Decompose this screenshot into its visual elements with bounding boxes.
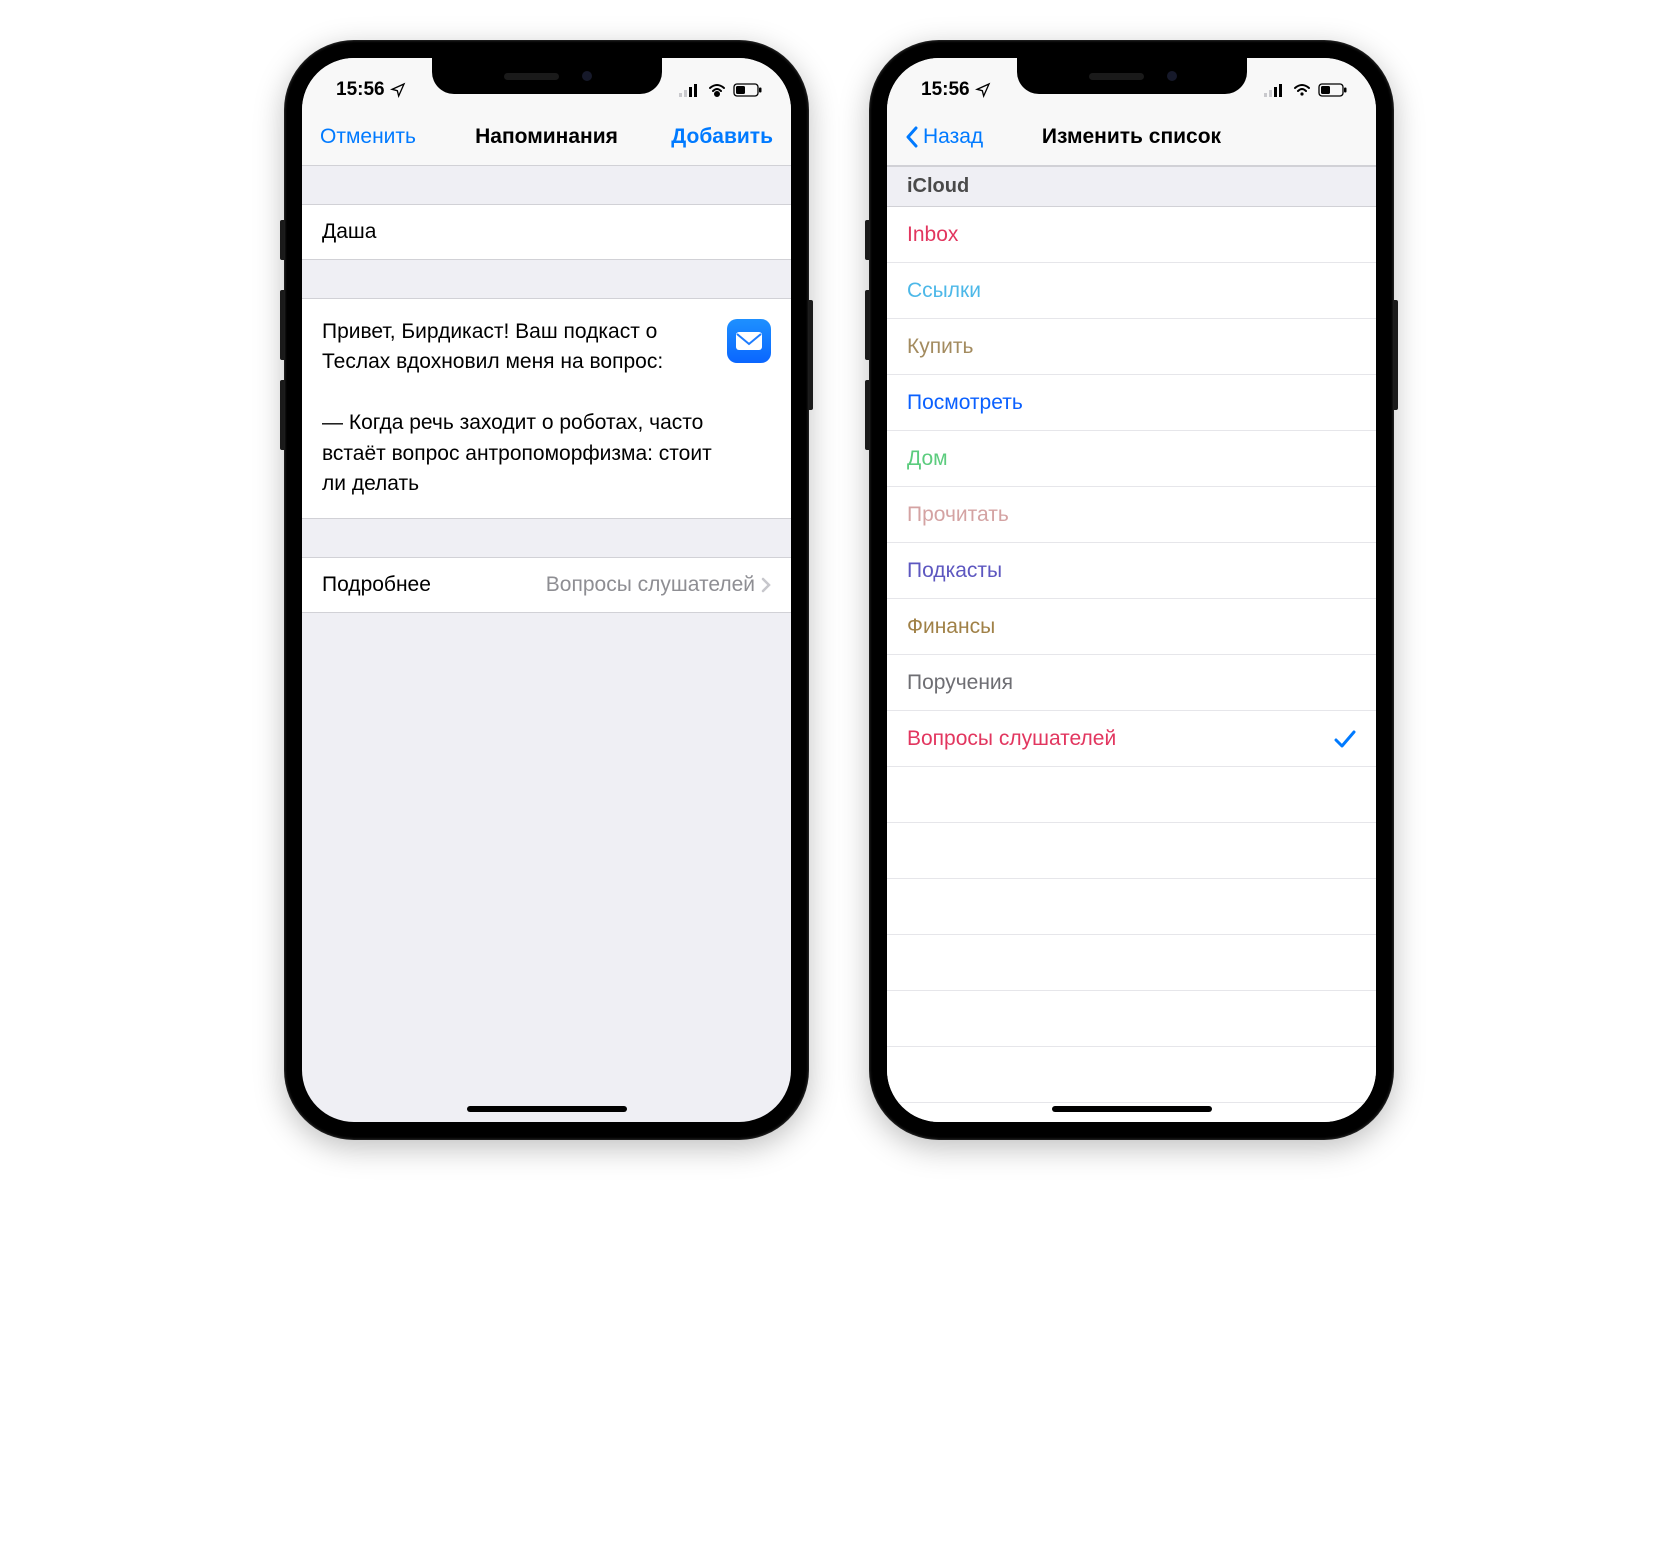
note-text: Привет, Бирдикаст! Ваш подкаст о Теслах … (322, 317, 713, 500)
list-item-label: Купить (907, 335, 973, 359)
list-item-label: Финансы (907, 615, 995, 639)
location-icon (390, 82, 406, 98)
more-value: Вопросы слушателей (546, 573, 755, 597)
nav-title: Напоминания (475, 125, 618, 149)
checkmark-icon (1334, 729, 1356, 749)
chevron-left-icon (905, 126, 919, 148)
list-item-label: Поручения (907, 671, 1013, 695)
list-item[interactable]: Финансы (887, 599, 1376, 655)
list-item[interactable]: Прочитать (887, 487, 1376, 543)
back-label: Назад (923, 125, 983, 149)
chevron-right-icon (761, 577, 771, 593)
list-item[interactable]: Купить (887, 319, 1376, 375)
title-input-value: Даша (322, 220, 376, 244)
title-input-cell[interactable]: Даша (302, 204, 791, 260)
wifi-icon (1292, 83, 1312, 97)
nav-bar: Отменить Напоминания Добавить (302, 108, 791, 166)
list-item[interactable]: Посмотреть (887, 375, 1376, 431)
list-item-label: Ссылки (907, 279, 981, 303)
home-indicator[interactable] (1052, 1106, 1212, 1112)
cellular-icon (679, 83, 701, 97)
list-item[interactable]: Дом (887, 431, 1376, 487)
list-item[interactable]: Подкасты (887, 543, 1376, 599)
add-button[interactable]: Добавить (671, 125, 773, 149)
nav-title: Изменить список (1042, 125, 1221, 149)
phone-right: 15:56 Назад Изменить список iCloud Inbox… (869, 40, 1394, 1140)
notch (432, 58, 662, 94)
list-item-label: Дом (907, 447, 948, 471)
mail-app-icon[interactable] (727, 319, 771, 363)
cellular-icon (1264, 83, 1286, 97)
home-indicator[interactable] (467, 1106, 627, 1112)
more-detail-cell[interactable]: Подробнее Вопросы слушателей (302, 557, 791, 613)
list-item[interactable]: Inbox (887, 207, 1376, 263)
list-items: Inbox Ссылки Купить Посмотреть Дом Прочитать П… (887, 207, 1376, 767)
back-button[interactable]: Назад (905, 125, 983, 149)
list-item-label: Подкасты (907, 559, 1002, 583)
phone-left: 15:56 Отменить Напоминания Добавить Даша… (284, 40, 809, 1140)
list-item[interactable]: Поручения (887, 655, 1376, 711)
status-time: 15:56 (336, 79, 385, 101)
empty-rows (887, 767, 1376, 1122)
battery-icon (733, 83, 763, 97)
status-time: 15:56 (921, 79, 970, 101)
wifi-icon (707, 83, 727, 97)
nav-bar: Назад Изменить список (887, 108, 1376, 166)
battery-icon (1318, 83, 1348, 97)
list-item[interactable]: Вопросы слушателей (887, 711, 1376, 767)
note-cell[interactable]: Привет, Бирдикаст! Ваш подкаст о Теслах … (302, 298, 791, 519)
more-label: Подробнее (322, 573, 431, 597)
list-item[interactable]: Ссылки (887, 263, 1376, 319)
cancel-button[interactable]: Отменить (320, 125, 416, 149)
list-item-label: Inbox (907, 223, 958, 247)
list-item-label: Прочитать (907, 503, 1009, 527)
list-item-label: Вопросы слушателей (907, 727, 1116, 751)
notch (1017, 58, 1247, 94)
location-icon (975, 82, 991, 98)
list-item-label: Посмотреть (907, 391, 1023, 415)
section-header: iCloud (887, 166, 1376, 207)
